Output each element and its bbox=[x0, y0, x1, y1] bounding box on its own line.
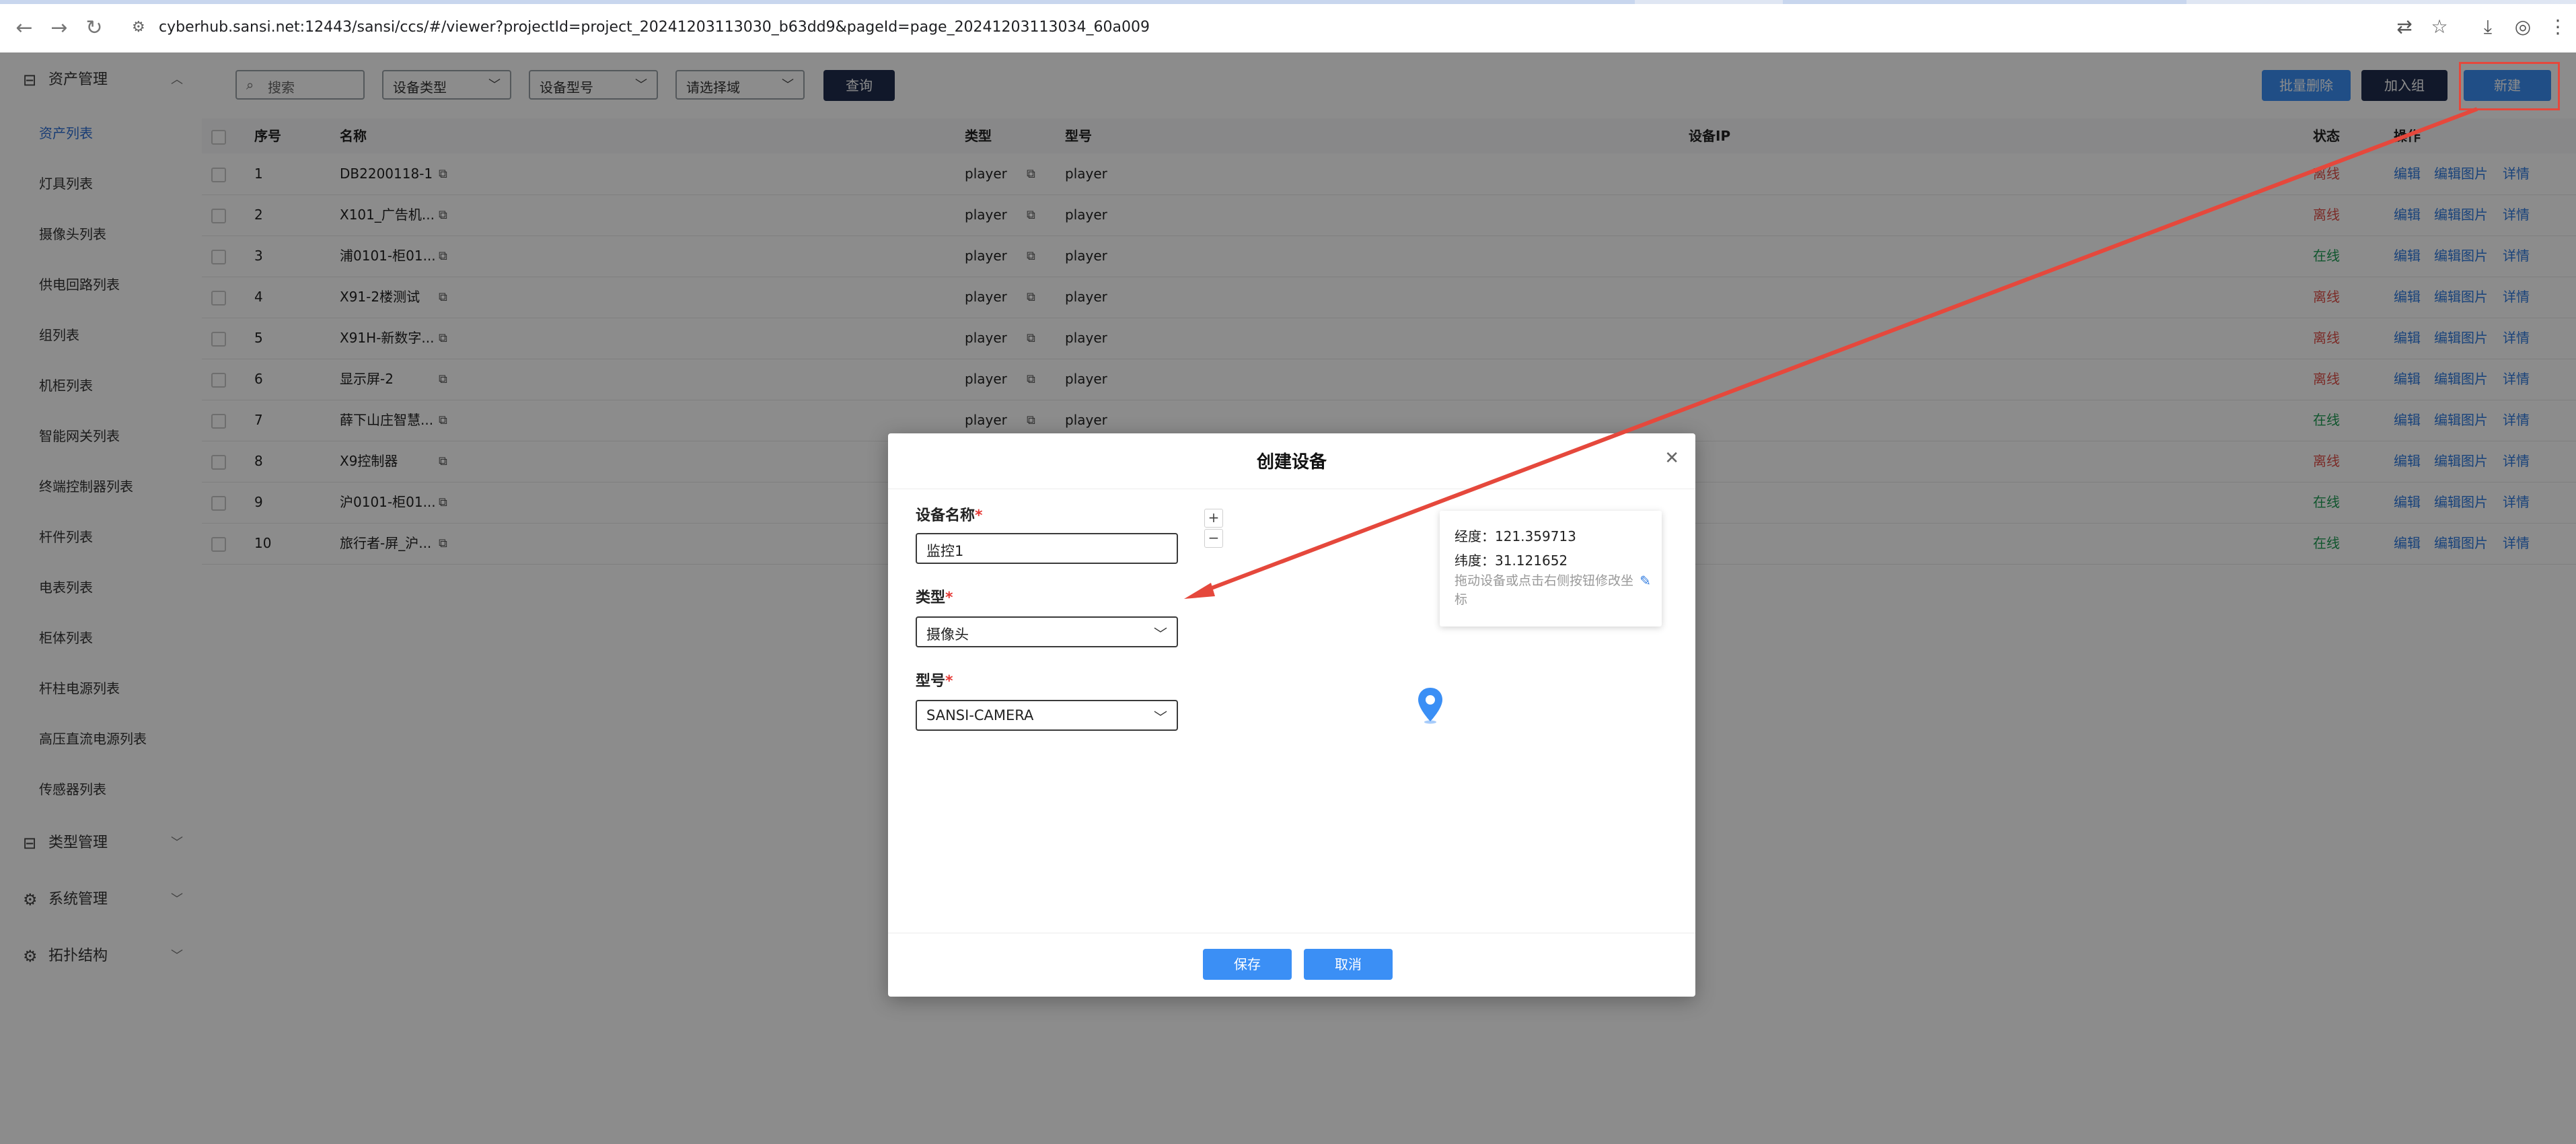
edit-coordinate-icon[interactable]: ✎ bbox=[1640, 573, 1651, 589]
create-device-dialog: 创建设备 ✕ 设备名称* 监控1 类型* 摄像头 ﹀ 型号* SANSI-CAM… bbox=[888, 433, 1695, 997]
device-name-label-text: 设备名称 bbox=[916, 507, 976, 524]
model-select[interactable]: SANSI-CAMERA ﹀ bbox=[916, 700, 1178, 731]
model-value: SANSI-CAMERA bbox=[926, 707, 1034, 723]
translate-icon[interactable]: ⇄ bbox=[2392, 15, 2417, 39]
cancel-button[interactable]: 取消 bbox=[1304, 949, 1393, 980]
required-mark: * bbox=[945, 589, 953, 606]
annotation-highlight-box bbox=[2459, 62, 2560, 110]
coordinate-card: 经度：121.359713 纬度：31.121652 拖动设备或点击右侧按钮修改… bbox=[1440, 511, 1662, 627]
map-pin-icon[interactable] bbox=[1417, 686, 1444, 724]
type-select[interactable]: 摄像头 ﹀ bbox=[916, 616, 1178, 647]
reload-icon[interactable]: ↻ bbox=[82, 16, 106, 40]
latitude-text: 纬度：31.121652 bbox=[1455, 552, 1568, 569]
chevron-down-icon: ﹀ bbox=[1154, 626, 1167, 642]
device-name-field[interactable]: 监控1 bbox=[916, 533, 1178, 564]
longitude-text: 经度：121.359713 bbox=[1455, 528, 1576, 544]
model-label-text: 型号 bbox=[916, 673, 946, 690]
site-info-icon[interactable]: ⚙ bbox=[132, 19, 149, 36]
type-label: 类型* bbox=[916, 585, 953, 607]
download-icon[interactable]: ⤓ bbox=[2476, 15, 2500, 39]
type-label-text: 类型 bbox=[916, 589, 946, 606]
zoom-in-button[interactable]: + bbox=[1204, 509, 1223, 528]
required-mark: * bbox=[945, 673, 953, 690]
coordinate-hint: 拖动设备或点击右侧按钮修改坐标 bbox=[1455, 573, 1634, 607]
address-bar[interactable]: ⚙ cyberhub.sansi.net:12443/sansi/ccs/#/v… bbox=[121, 9, 2382, 46]
forward-icon[interactable]: → bbox=[47, 16, 71, 40]
tab-strip bbox=[0, 0, 2576, 4]
required-mark: * bbox=[975, 507, 983, 524]
zoom-out-button[interactable]: − bbox=[1204, 529, 1223, 548]
browser-toolbar: ← → ↻ ⚙ cyberhub.sansi.net:12443/sansi/c… bbox=[0, 0, 2576, 54]
url-text[interactable]: cyberhub.sansi.net:12443/sansi/ccs/#/vie… bbox=[159, 17, 1150, 38]
type-value: 摄像头 bbox=[926, 627, 969, 643]
close-icon[interactable]: ✕ bbox=[1664, 448, 1679, 468]
star-icon[interactable]: ☆ bbox=[2427, 15, 2452, 39]
dialog-title: 创建设备 bbox=[1256, 452, 1327, 472]
save-button[interactable]: 保存 bbox=[1203, 949, 1292, 980]
profile-icon[interactable]: ◎ bbox=[2511, 15, 2535, 39]
back-icon[interactable]: ← bbox=[12, 16, 36, 40]
model-label: 型号* bbox=[916, 669, 953, 690]
device-name-value: 监控1 bbox=[926, 543, 964, 559]
more-icon[interactable]: ⋮ bbox=[2546, 15, 2570, 39]
chevron-down-icon: ﹀ bbox=[1154, 709, 1167, 725]
device-name-label: 设备名称* bbox=[916, 503, 983, 525]
